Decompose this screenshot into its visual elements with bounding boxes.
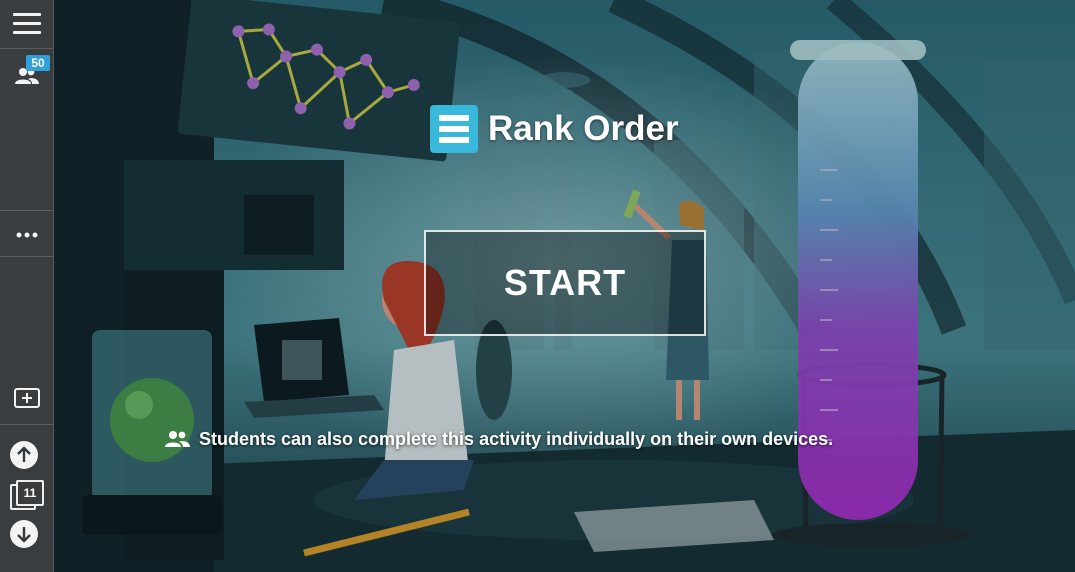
participants-count-badge: 50 xyxy=(26,55,50,71)
sidebar-divider xyxy=(0,48,53,49)
hamburger-menu-icon[interactable] xyxy=(0,8,53,38)
page-title: Rank Order xyxy=(488,109,679,148)
start-button-label: START xyxy=(503,262,627,303)
individual-mode-notice: Students can also complete this activity… xyxy=(163,426,833,452)
start-button[interactable]: START xyxy=(424,230,706,336)
rank-order-icon xyxy=(430,105,478,153)
arrow-up-icon xyxy=(17,446,31,462)
page-count: 11 xyxy=(16,480,44,506)
sidebar-divider xyxy=(0,210,53,211)
arrow-down-icon xyxy=(17,527,31,543)
slide-counter: 11 xyxy=(10,480,44,510)
add-slide-button[interactable] xyxy=(0,384,53,412)
add-slide-icon xyxy=(13,388,40,408)
notice-text: Students can also complete this activity… xyxy=(199,428,834,449)
more-button[interactable] xyxy=(0,222,53,248)
sidebar-divider xyxy=(0,424,53,425)
next-slide-button[interactable] xyxy=(10,520,38,548)
group-icon xyxy=(165,431,190,447)
sidebar: 50 11 xyxy=(0,0,54,572)
activity-title: Rank Order xyxy=(430,104,679,154)
more-dots-icon xyxy=(16,232,37,238)
sidebar-divider xyxy=(0,256,53,257)
previous-slide-button[interactable] xyxy=(10,441,38,469)
